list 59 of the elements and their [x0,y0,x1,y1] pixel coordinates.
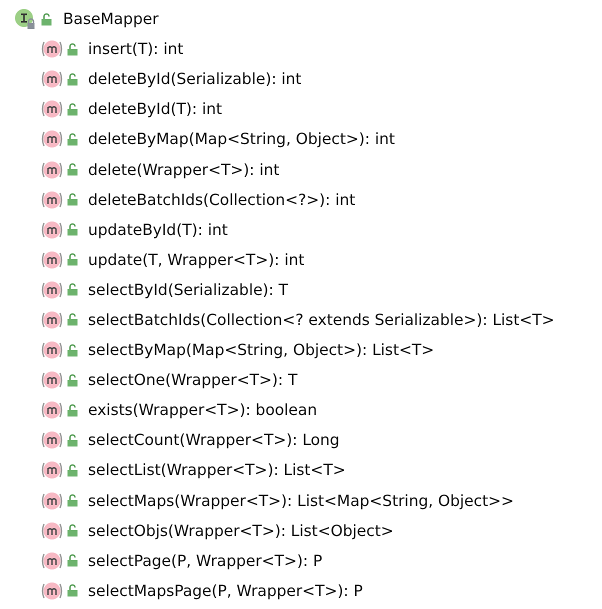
tree-item[interactable]: selectCount(Wrapper<T>): Long [40,425,340,456]
method-icon [40,69,64,90]
tree-item[interactable]: selectByMap(Map<String, Object>): List<T> [40,335,434,366]
lock-icon [67,253,78,266]
lock-icon [67,374,78,387]
method-icon [40,310,64,330]
method-icon [40,370,64,390]
tree-item[interactable]: updateById(T): int [40,214,228,245]
lock-icon [67,494,78,508]
method-icon [40,580,64,601]
method-icon [40,400,64,420]
method-icon [40,99,64,120]
method-icon [40,190,64,210]
tree-item[interactable]: deleteById(Serializable): int [40,64,302,94]
tree-item[interactable]: selectObjs(Wrapper<T>): List<Object> [40,516,394,546]
method-icon [40,39,64,60]
method-icon [40,550,64,571]
lock-icon [67,434,78,447]
lock-icon [41,12,52,26]
lock-icon [67,283,78,296]
tree-item[interactable]: BaseMapper [14,4,159,34]
lock-icon [67,193,78,206]
lock-icon [67,554,78,568]
method-icon [40,340,64,360]
lock-icon [67,344,78,357]
tree-item[interactable]: insert(T): int [40,34,184,64]
method-icon [40,129,64,150]
lock-icon [67,132,78,146]
lock-icon [67,223,78,236]
tree-item[interactable]: selectById(Serializable): T [40,274,288,305]
lock-icon [67,584,78,598]
method-icon [40,460,64,480]
tree-item[interactable]: delete(Wrapper<T>): int [40,154,280,185]
method-icon [40,160,64,180]
lock-icon [67,102,78,116]
lock-icon [67,313,78,326]
tree-item[interactable]: deleteById(T): int [40,94,222,124]
tree-item[interactable]: deleteByMap(Map<String, Object>): int [40,124,395,154]
tree-item[interactable]: selectBatchIds(Collection<? extends Serializable>): List<T> [40,304,555,336]
tree-item[interactable]: selectPage(P, Wrapper<T>): P [40,546,322,576]
method-icon [40,490,64,511]
tree-item[interactable]: update(T, Wrapper<T>): int [40,244,304,275]
tree-item[interactable]: selectList(Wrapper<T>): List<T> [40,455,346,486]
lock-icon [67,464,78,477]
lock-icon [67,404,78,417]
tree-item[interactable]: deleteBatchIds(Collection<?>): int [40,184,356,215]
method-icon [40,280,64,300]
tree-item[interactable]: exists(Wrapper<T>): boolean [40,395,318,426]
lock-icon [67,163,78,176]
method-icon [40,430,64,450]
tree-item[interactable]: selectMapsPage(P, Wrapper<T>): P [40,576,363,606]
method-icon [40,520,64,541]
method-icon [40,220,64,240]
tree-item[interactable]: selectOne(Wrapper<T>): T [40,365,298,396]
method-icon [40,250,64,270]
lock-icon [67,524,78,538]
lock-icon [67,72,78,86]
tree-item[interactable]: selectMaps(Wrapper<T>): List<Map<String, Object>> [40,486,514,516]
lock-icon [67,42,78,56]
